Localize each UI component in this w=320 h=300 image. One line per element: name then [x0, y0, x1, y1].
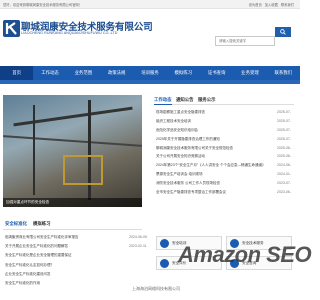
item-date: 2024-06-05: [129, 235, 147, 239]
photo-pole: [33, 105, 35, 195]
standardization-tabs: 安全标准化 模拟练习: [3, 220, 142, 230]
nav-contact[interactable]: 联系我们: [267, 66, 300, 80]
list-item[interactable]: 聊城润康安全技术服务有限公司关于安全规范检查 2025-06-: [154, 144, 300, 153]
top-links: 设为首页 加入收藏 联系我们: [247, 2, 294, 7]
photo-beam: [3, 135, 142, 147]
logo-icon: [3, 20, 20, 37]
contact-link[interactable]: 联系我们: [281, 3, 294, 7]
news-date: 2025-07-: [277, 110, 292, 114]
search-box: [215, 36, 275, 46]
photo-caption: 加强对重点环节的安全检查: [3, 198, 142, 207]
news-date: 2025-07-: [277, 127, 292, 132]
top-bar: 您好，欢迎来到聊城润康安全技术服务有限公司官网！ 设为首页 加入收藏 联系我们: [0, 0, 300, 9]
news-title: 票源安全生产培训会 培训现场: [156, 172, 203, 177]
list-item[interactable]: 关于公司开展安全知识竞赛活动 2025-06-: [154, 152, 300, 161]
news-date: 2025-06-: [277, 154, 292, 159]
standardization-list: 临清聚贤商业有限公司安全生产标准化评审报告 2024-06-05 关于开展企业安全…: [3, 233, 153, 288]
nav-policy[interactable]: 政策法规: [100, 66, 133, 80]
news-date: 2025-06-: [277, 145, 292, 150]
list-item[interactable]: 安全生产标准化的作用: [3, 279, 153, 288]
item-title: 安全生产标准化是企业安全管理的重要保证: [5, 253, 72, 258]
news-date: 2023-07-: [277, 181, 292, 186]
list-item[interactable]: 票源安全生产培训会 培训现场 2024-01-: [154, 170, 300, 179]
search-icon: [280, 29, 286, 35]
news-date: 2024-01-: [277, 172, 292, 177]
watermark-subtext: 上海海泊网络科技有限公司: [132, 286, 180, 291]
watermark-text: Amazon SEO: [178, 242, 312, 267]
nav-work-news[interactable]: 工作动态: [33, 66, 66, 80]
news-title: 现场勘察施工重点安全隐患排查: [156, 110, 205, 114]
evaluation-icon: [160, 258, 169, 268]
list-item[interactable]: 关于开展企业安全生产标准化的问题解答 2023-02-11: [3, 242, 153, 251]
nav-underline: [0, 80, 300, 84]
list-item[interactable]: 企业安全生产标准化建设问答: [3, 270, 153, 279]
photo-pole: [88, 100, 91, 200]
main-nav: 首页 工作动态 业务范围 政策法规 培训服务 模拟练习 证书查询 业务受理 联系…: [0, 66, 300, 80]
nav-business-accept[interactable]: 业务受理: [233, 66, 266, 80]
set-homepage-link[interactable]: 设为首页: [249, 3, 262, 7]
tab-service-publicity[interactable]: 服务公示: [198, 97, 216, 103]
item-title: 关于开展企业安全生产标准化的问题解答: [5, 244, 68, 249]
tab-notices[interactable]: 通知公告: [176, 97, 194, 103]
photo-structure: [63, 155, 103, 185]
news-title: 2024年第23个“安全生产月”《人人讲安全 个个会应急—畅通生命通道》: [156, 163, 266, 168]
list-item[interactable]: 安全生产标准化认定如何办理？: [3, 261, 153, 270]
nav-business-scope[interactable]: 业务范围: [67, 66, 100, 80]
search-button[interactable]: [275, 27, 291, 37]
list-item[interactable]: 危险化学品安全知识培训会 2025-07-: [154, 126, 300, 135]
news-title: 全市安全生产隐患排查专项整治工作部署会议: [156, 190, 226, 195]
news-title: 聊城润康安全技术服务有限公司关于安全规范检查: [156, 145, 233, 150]
news-date: 2025-07-: [277, 118, 292, 123]
news-list: 现场勘察施工重点安全隐患排查 2025-07- 组织工程技术安全培训 2025-07…: [154, 108, 300, 197]
add-favorite-link[interactable]: 加入收藏: [265, 3, 278, 7]
photo-beam: [13, 106, 133, 127]
list-item[interactable]: 临清聚贤商业有限公司安全生产标准化评审报告 2024-06-05: [3, 233, 153, 242]
nav-home[interactable]: 首页: [0, 66, 34, 80]
news-tabs: 工作动态 通知公告 服务公示: [154, 96, 294, 105]
site-header: 聊城润康安全技术服务有限公司 LIAOCHENG RUNKANG ANQUANJ…: [0, 9, 300, 66]
list-item[interactable]: 消防安全技术服务 公司工作人员现场检查 2023-07-: [154, 179, 300, 188]
welcome-text: 您好，欢迎来到聊城润康安全技术服务有限公司官网！: [3, 3, 83, 7]
list-item[interactable]: 2024年第23个“安全生产月”《人人讲安全 个个会应急—畅通生命通道》 2024…: [154, 161, 300, 170]
training-icon: [160, 238, 169, 248]
tab-practice[interactable]: 模拟练习: [33, 221, 51, 227]
tab-standardization[interactable]: 安全标准化: [5, 221, 27, 227]
nav-training[interactable]: 培训服务: [133, 66, 166, 80]
list-item[interactable]: 全市安全生产隐患排查专项整治工作部署会议 2023-06-: [154, 188, 300, 197]
item-title: 安全生产标准化的作用: [5, 280, 40, 285]
nav-certificate[interactable]: 证书查询: [200, 66, 233, 80]
featured-photo[interactable]: 加强对重点环节的安全检查: [3, 95, 142, 207]
company-name-en: LIAOCHENG RUNKANG ANQUANJISHUFUWU CO.,LT…: [21, 31, 118, 35]
news-date: 2023-06-: [277, 190, 292, 195]
news-date: 2025-07-: [277, 136, 292, 141]
news-title: 2025年关于开展隐患排查治理工作的通知: [156, 136, 220, 141]
news-title: 关于公司开展安全知识竞赛活动: [156, 154, 205, 159]
list-item[interactable]: 2025年关于开展隐患排查治理工作的通知 2025-07-: [154, 135, 300, 144]
list-item[interactable]: 组织工程技术安全培训 2025-07-: [154, 117, 300, 126]
item-title: 安全生产标准化认定如何办理？: [5, 262, 54, 267]
tab-work-news[interactable]: 工作动态: [154, 97, 172, 105]
item-date: 2023-02-11: [129, 244, 147, 249]
news-date: 2024-06-: [277, 163, 292, 168]
list-item[interactable]: 现场勘察施工重点安全隐患排查 2025-07-: [154, 108, 300, 117]
news-title: 危险化学品安全知识培训会: [156, 127, 198, 132]
nav-practice[interactable]: 模拟练习: [167, 66, 200, 80]
item-title: 企业安全生产标准化建设问答: [5, 271, 51, 276]
news-title: 组织工程技术安全培训: [156, 118, 191, 123]
item-title: 临清聚贤商业有限公司安全生产标准化评审报告: [5, 235, 79, 239]
search-input[interactable]: [216, 37, 264, 45]
news-title: 消防安全技术服务 公司工作人员现场检查: [156, 181, 220, 186]
list-item[interactable]: 安全生产标准化是企业安全管理的重要保证: [3, 251, 153, 260]
